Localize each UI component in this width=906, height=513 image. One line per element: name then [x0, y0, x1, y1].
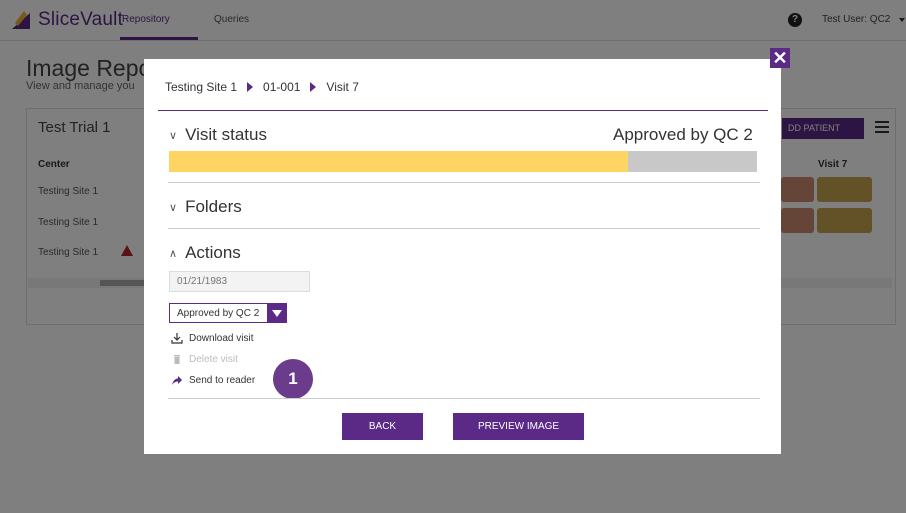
- visit-status-label: Visit status: [185, 125, 267, 144]
- chevron-down-icon: ∨: [169, 129, 178, 142]
- download-icon: [171, 333, 183, 344]
- delete-visit-label: Delete visit: [189, 353, 238, 365]
- close-icon[interactable]: ✕: [770, 48, 790, 68]
- section-divider: [168, 228, 760, 229]
- caret-right-icon: [247, 82, 254, 92]
- section-divider: [168, 398, 760, 399]
- delete-visit-action[interactable]: Delete visit: [171, 353, 238, 365]
- header-divider: [158, 110, 768, 111]
- preview-image-button[interactable]: PREVIEW IMAGE: [453, 413, 584, 440]
- folders-label: Folders: [185, 197, 242, 216]
- send-to-reader-label: Send to reader: [189, 374, 256, 386]
- chevron-up-icon: ∧: [169, 247, 178, 260]
- caret-down-icon: [272, 310, 282, 317]
- breadcrumb-visit: Visit 7: [326, 80, 359, 94]
- select-value: Approved by QC 2: [177, 308, 260, 319]
- share-arrow-icon: [172, 376, 182, 385]
- folders-header[interactable]: ∨ Folders: [169, 197, 242, 217]
- actions-header[interactable]: ∧ Actions: [169, 243, 241, 263]
- caret-right-icon: [310, 82, 317, 92]
- breadcrumb-site[interactable]: Testing Site 1: [165, 80, 237, 94]
- chevron-down-icon: ∨: [169, 201, 178, 214]
- breadcrumb-patient[interactable]: 01-001: [263, 80, 300, 94]
- visit-status-value: Approved by QC 2: [613, 125, 753, 144]
- back-button[interactable]: BACK: [342, 413, 423, 440]
- step-badge: 1: [273, 359, 313, 399]
- visit-status-select[interactable]: Approved by QC 2: [169, 303, 287, 323]
- send-to-reader-action[interactable]: Send to reader: [171, 374, 255, 386]
- download-visit-label: Download visit: [189, 332, 254, 344]
- breadcrumb: Testing Site 1 01-001 Visit 7: [165, 80, 359, 94]
- download-visit-action[interactable]: Download visit: [171, 332, 253, 344]
- visit-status-progress: [169, 151, 757, 172]
- dropdown-button[interactable]: [267, 304, 286, 322]
- trash-icon: [174, 355, 180, 364]
- visit-date-input[interactable]: [169, 271, 310, 292]
- section-divider: [168, 182, 760, 183]
- progress-fill: [169, 151, 628, 172]
- actions-label: Actions: [185, 243, 241, 262]
- visit-status-header[interactable]: ∨ Visit status: [169, 125, 267, 145]
